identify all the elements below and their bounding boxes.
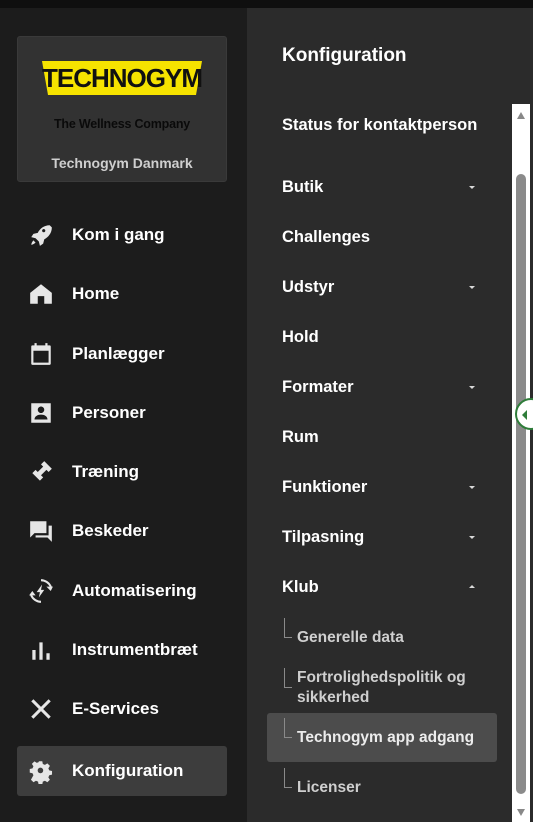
nav-item-automatisering[interactable]: Automatisering — [17, 566, 227, 616]
nav-label: Træning — [72, 462, 140, 481]
automation-icon — [27, 577, 55, 605]
logo-wordmark: TECHNOGYM — [42, 63, 202, 93]
nav-item-e-services[interactable]: E-Services — [17, 684, 227, 734]
technogym-logo: TECHNOGYM — [42, 61, 203, 95]
tools-icon — [27, 695, 55, 723]
gear-icon — [27, 757, 55, 785]
menu-item-funktioner[interactable]: Funktioner — [282, 475, 482, 500]
tree-connector — [284, 668, 292, 688]
brand-tagline: The Wellness Company — [53, 117, 191, 131]
menu-item-udstyr[interactable]: Udstyr — [282, 275, 482, 300]
subitem-licenser[interactable]: Licenser — [297, 778, 497, 798]
tree-connector — [284, 768, 292, 788]
nav-label: Planlægger — [72, 344, 165, 363]
nav-label: Instrumentbræt — [72, 640, 198, 659]
nav-label: Kom i gang — [72, 225, 165, 244]
chevron-left-icon — [522, 410, 527, 420]
dumbbell-icon — [27, 458, 55, 486]
menu-item-butik[interactable]: Butik — [282, 175, 482, 200]
subitem-technogym-app-adgang[interactable]: Technogym app adgang — [297, 728, 497, 748]
chevron-down-icon[interactable] — [469, 386, 475, 389]
menu-item-challenges[interactable]: Challenges — [282, 225, 482, 250]
menu-item-formater[interactable]: Formater — [282, 375, 482, 400]
menu-item-hold[interactable]: Hold — [282, 325, 482, 350]
nav-label: Home — [72, 284, 120, 303]
nav-label: Automatisering — [72, 581, 197, 600]
sidebar: TECHNOGYM The Wellness Company Technogym… — [0, 8, 247, 822]
config-panel: Konfiguration Status for kontaktperson B… — [247, 8, 533, 822]
nav-item-traening[interactable]: Træning — [17, 447, 227, 497]
menu-item-klub[interactable]: Klub — [282, 575, 482, 600]
rocket-icon — [27, 221, 55, 249]
tree-connector — [284, 718, 292, 738]
nav-label: Konfiguration — [72, 761, 184, 780]
page-title: Konfiguration — [282, 45, 407, 66]
scrollbar[interactable] — [512, 104, 530, 822]
chevron-down-icon[interactable] — [469, 286, 475, 289]
nav-item-planlaegger[interactable]: Planlægger — [17, 329, 227, 379]
chat-icon — [27, 517, 55, 545]
nav-label: Beskeder — [72, 521, 149, 540]
nav-item-kom-i-gang[interactable]: Kom i gang — [17, 210, 227, 260]
home-icon — [27, 280, 55, 308]
calendar-icon — [27, 340, 55, 368]
nav-item-instrumentbraet[interactable]: Instrumentbræt — [17, 625, 227, 675]
nav-item-konfiguration[interactable]: Konfiguration — [17, 746, 227, 796]
chevron-down-icon[interactable] — [469, 536, 475, 539]
top-bar — [0, 0, 533, 8]
nav-item-personer[interactable]: Personer — [17, 388, 227, 438]
subitem-fortrolighedspolitik[interactable]: Fortrolighedspolitik og sikkerhed — [297, 668, 487, 708]
menu-item-tilpasning[interactable]: Tilpasning — [282, 525, 482, 550]
club-logo-card[interactable]: TECHNOGYM The Wellness Company Technogym… — [17, 36, 227, 182]
scrollbar-thumb[interactable] — [516, 174, 526, 794]
nav-label: E-Services — [72, 699, 159, 718]
nav-item-beskeder[interactable]: Beskeder — [17, 506, 227, 556]
nav-item-home[interactable]: Home — [17, 269, 227, 319]
person-card-icon — [27, 399, 55, 427]
scroll-down-icon[interactable] — [517, 809, 525, 816]
chevron-down-icon[interactable] — [469, 486, 475, 489]
menu-item-status-for-kontaktperson[interactable]: Status for kontaktperson — [282, 113, 482, 138]
nav-label: Personer — [72, 403, 146, 422]
menu-item-rum[interactable]: Rum — [282, 425, 482, 450]
chevron-down-icon[interactable] — [469, 186, 475, 189]
scroll-up-icon[interactable] — [517, 112, 525, 119]
bar-chart-icon — [27, 636, 55, 664]
club-name: Technogym Danmark — [51, 155, 193, 171]
tree-connector — [284, 618, 292, 638]
subitem-generelle-data[interactable]: Generelle data — [297, 628, 497, 648]
chevron-up-icon[interactable] — [469, 585, 475, 588]
